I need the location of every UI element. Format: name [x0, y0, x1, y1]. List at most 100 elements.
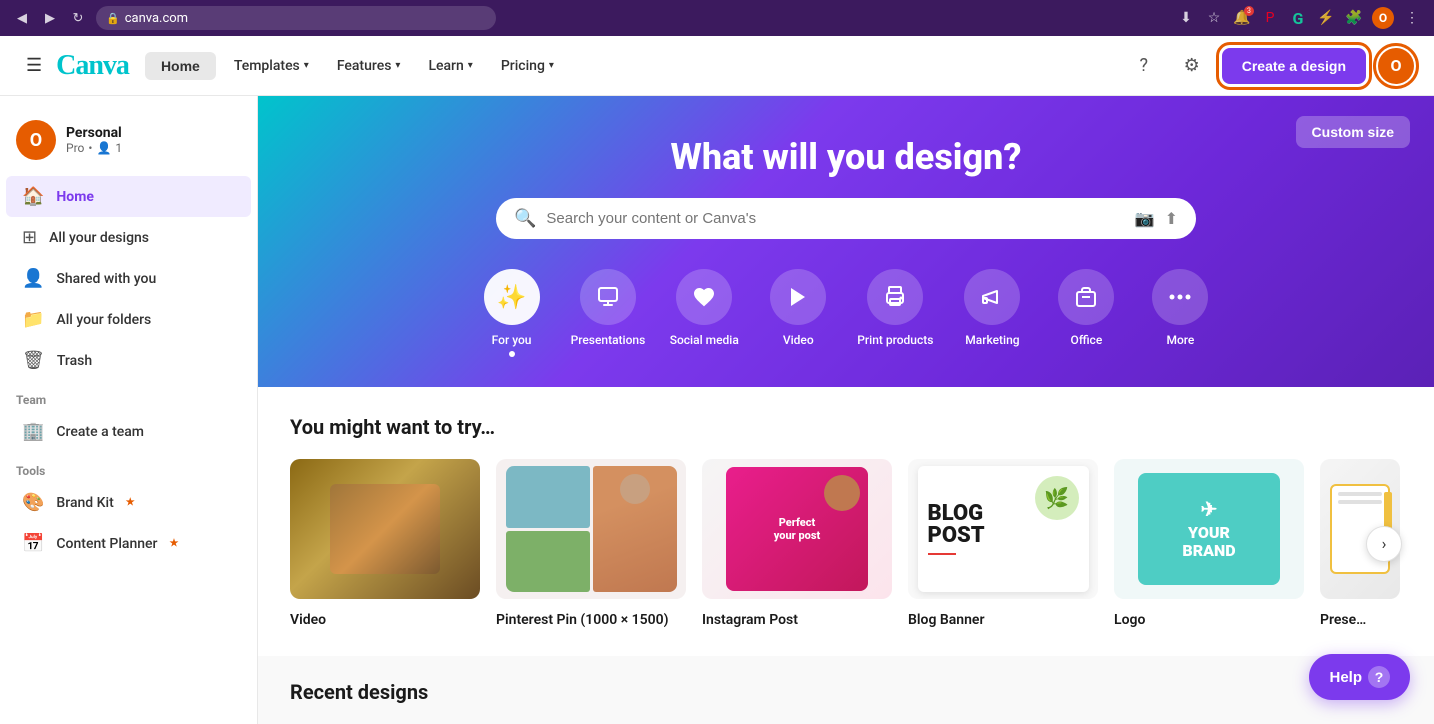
logo-card-text: ✈ YOURBRAND [1182, 498, 1235, 559]
notification-icon[interactable]: 🔔 3 [1232, 8, 1252, 28]
category-print-products[interactable]: Print products [857, 269, 933, 357]
canva-logo[interactable]: Canva [56, 50, 129, 82]
cards-next-arrow[interactable]: › [1366, 526, 1402, 562]
user-avatar-button[interactable]: O [1378, 48, 1414, 84]
pinterest-thumb [496, 459, 686, 599]
back-button[interactable]: ◀ [12, 8, 32, 28]
print-products-icon [867, 269, 923, 325]
category-more[interactable]: More [1145, 269, 1215, 357]
category-social-media[interactable]: Social media [669, 269, 739, 357]
category-more-label: More [1166, 333, 1194, 347]
hamburger-menu[interactable]: ☰ [20, 49, 48, 82]
design-card-logo[interactable]: ✈ YOURBRAND Logo [1114, 459, 1304, 628]
extension-icon[interactable]: ⚡ [1316, 8, 1336, 28]
sidebar-item-shared[interactable]: 👤 Shared with you [6, 258, 251, 299]
hero-banner: Custom size What will you design? 🔍 📷 ⬆ … [258, 96, 1434, 387]
sidebar-create-team-label: Create a team [56, 424, 144, 440]
instagram-card-text: Perfectyour post [774, 516, 821, 542]
grammarly-icon[interactable]: G [1288, 8, 1308, 28]
help-label: Help [1329, 669, 1362, 686]
puzzle-icon[interactable]: 🧩 [1344, 8, 1364, 28]
instagram-card-inner: Perfectyour post [726, 467, 869, 590]
folder-icon: 📁 [22, 309, 44, 330]
design-card-instagram[interactable]: Perfectyour post Instagram Post [702, 459, 892, 628]
content-planner-pro-badge: ★ [169, 538, 178, 549]
sidebar-brand-kit-label: Brand Kit [56, 495, 113, 511]
browser-chrome: ◀ ▶ ↻ 🔒 canva.com ⬇ ☆ 🔔 3 P G ⚡ 🧩 O ⋮ [0, 0, 1434, 36]
sidebar-item-trash[interactable]: 🗑 Trash [6, 340, 251, 381]
sidebar-home-label: Home [56, 189, 93, 205]
upload-icon[interactable]: ⬆ [1165, 209, 1178, 228]
instagram-thumbnail-bg: Perfectyour post [702, 459, 892, 599]
custom-size-button[interactable]: Custom size [1296, 116, 1410, 148]
refresh-button[interactable]: ↻ [68, 8, 88, 28]
blog-text: BLOGPOST [928, 476, 1029, 582]
video-thumb [290, 459, 480, 599]
browser-action-buttons: ⬇ ☆ 🔔 3 P G ⚡ 🧩 O ⋮ [1176, 7, 1422, 29]
search-right-icons: 📷 ⬆ [1135, 209, 1178, 228]
main-content: Custom size What will you design? 🔍 📷 ⬆ … [258, 96, 1434, 724]
category-video[interactable]: Video [763, 269, 833, 357]
blog-thumbnail-bg: BLOGPOST 🌿 [908, 459, 1098, 599]
top-navbar: ☰ Canva Home Templates ▾ Features ▾ Lear… [0, 36, 1434, 96]
blog-card-inner: BLOGPOST 🌿 [918, 466, 1089, 592]
presentations-icon [580, 269, 636, 325]
sidebar-item-folders[interactable]: 📁 All your folders [6, 299, 251, 340]
logo-text: Canva [56, 50, 129, 81]
category-presentations[interactable]: Presentations [571, 269, 646, 357]
sidebar-item-content-planner[interactable]: 📅 Content Planner ★ [6, 523, 251, 564]
help-icon-button[interactable]: ? [1126, 48, 1162, 84]
pres-line1 [1338, 492, 1382, 496]
features-nav-link[interactable]: Features ▾ [327, 52, 411, 80]
browser-user-avatar[interactable]: O [1372, 7, 1394, 29]
search-icon: 🔍 [514, 208, 536, 229]
video-thumbnail-inner [330, 484, 440, 574]
sidebar-content-planner-label: Content Planner [56, 536, 157, 552]
forward-button[interactable]: ▶ [40, 8, 60, 28]
templates-nav-link[interactable]: Templates ▾ [224, 52, 319, 80]
pinterest-icon[interactable]: P [1260, 8, 1280, 28]
pricing-nav-link[interactable]: Pricing ▾ [491, 52, 564, 80]
pinterest-col1 [506, 466, 590, 592]
category-marketing[interactable]: Marketing [957, 269, 1027, 357]
sidebar-user-avatar[interactable]: O [16, 120, 56, 160]
trash-icon: 🗑 [22, 350, 45, 371]
category-office[interactable]: Office [1051, 269, 1121, 357]
hero-title: What will you design? [318, 136, 1374, 178]
features-label: Features [337, 58, 392, 74]
design-card-blog[interactable]: BLOGPOST 🌿 Blog Banner [908, 459, 1098, 628]
brand-kit-pro-badge: ★ [126, 497, 135, 508]
settings-icon-button[interactable]: ⚙ [1174, 48, 1210, 84]
search-bar: 🔍 📷 ⬆ [496, 198, 1196, 239]
pres-line2 [1338, 500, 1382, 504]
collage-top-left [506, 466, 590, 528]
sidebar-item-home[interactable]: 🏠 Home [6, 176, 251, 217]
sidebar-item-create-team[interactable]: 🏢 Create a team [6, 411, 251, 452]
pinterest-thumbnail-bg [496, 459, 686, 599]
star-icon[interactable]: ☆ [1204, 8, 1224, 28]
blog-thumb: BLOGPOST 🌿 [908, 459, 1098, 599]
category-for-you[interactable]: ✨ For you [477, 269, 547, 357]
sidebar-account-name: Personal [66, 125, 122, 141]
recent-designs-title: Recent designs [290, 680, 1402, 704]
help-button[interactable]: Help ? [1309, 654, 1410, 700]
home-nav-button[interactable]: Home [145, 52, 216, 80]
office-icon [1058, 269, 1114, 325]
learn-nav-link[interactable]: Learn ▾ [418, 52, 482, 80]
sidebar-item-all-designs[interactable]: ⊞ All your designs [6, 217, 251, 258]
team-section-title: Team [0, 381, 257, 411]
more-options-icon[interactable]: ⋮ [1402, 8, 1422, 28]
create-design-button[interactable]: Create a design [1222, 48, 1366, 84]
more-icon [1152, 269, 1208, 325]
sidebar-item-brand-kit[interactable]: 🎨 Brand Kit ★ [6, 482, 251, 523]
home-icon: 🏠 [22, 186, 44, 207]
camera-icon[interactable]: 📷 [1135, 209, 1155, 228]
design-card-video[interactable]: Video [290, 459, 480, 628]
active-indicator [509, 351, 515, 357]
instagram-thumb: Perfectyour post [702, 459, 892, 599]
design-card-pinterest[interactable]: Pinterest Pin (1000 × 1500) [496, 459, 686, 628]
search-input[interactable] [546, 210, 1124, 227]
portrait-face [620, 474, 650, 504]
url-bar[interactable]: 🔒 canva.com [96, 6, 496, 30]
download-icon[interactable]: ⬇ [1176, 8, 1196, 28]
